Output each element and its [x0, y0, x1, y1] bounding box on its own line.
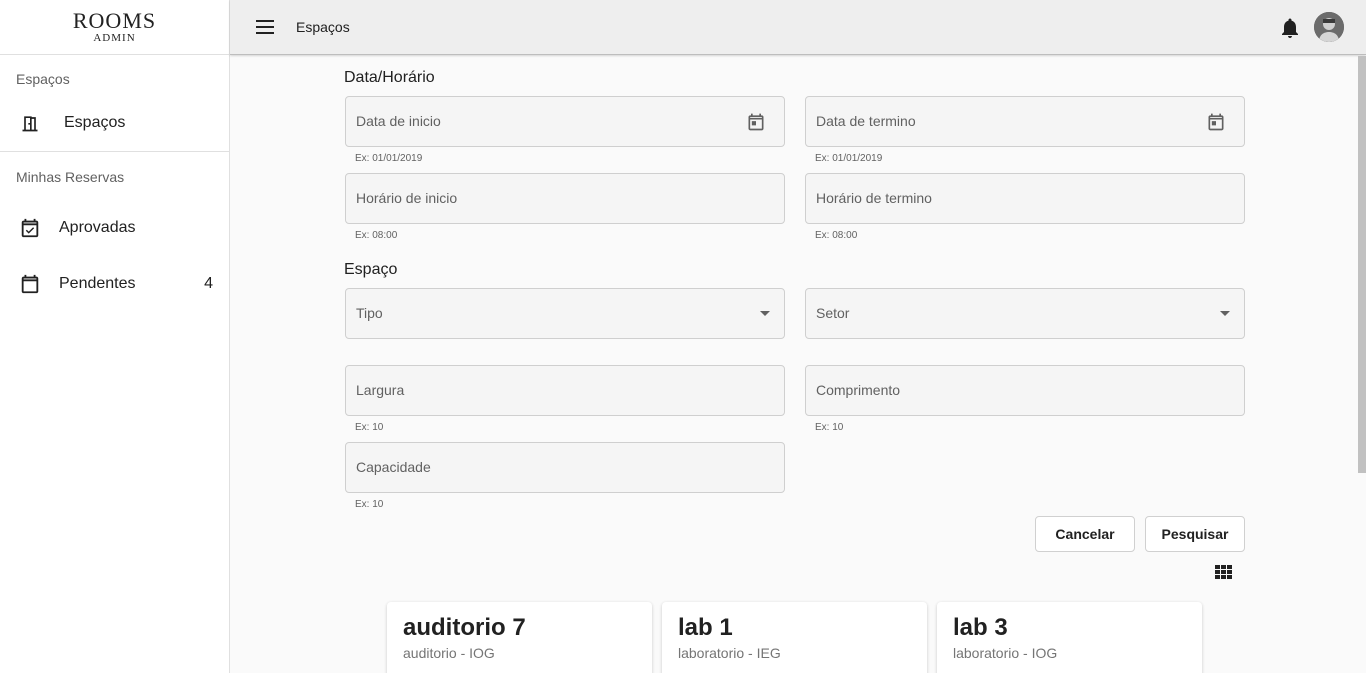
app-bar: Espaços [230, 0, 1366, 55]
sidebar-item-label: Pendentes [59, 275, 136, 292]
bell-icon [1282, 18, 1298, 38]
menu-icon [256, 20, 274, 34]
menu-button[interactable] [242, 3, 290, 51]
page-title: Espaços [296, 19, 350, 35]
grid-view-icon[interactable] [1215, 565, 1235, 581]
sector-select[interactable]: Setor [805, 288, 1245, 339]
chevron-down-icon [1220, 311, 1230, 316]
space-card-subtitle: laboratorio - IEG [678, 645, 781, 661]
length-field[interactable]: Comprimento [805, 365, 1245, 416]
logo-title: ROOMS [72, 8, 157, 33]
length-hint: Ex: 10 [815, 422, 844, 433]
sidebar-item-label: Aprovadas [59, 219, 136, 236]
space-card-subtitle: laboratorio - IOG [953, 645, 1058, 661]
end-time-field[interactable]: Horário de termino [805, 173, 1245, 224]
length-label: Comprimento [816, 382, 901, 398]
space-section-title: Espaço [344, 261, 398, 278]
calendar-icon[interactable] [746, 112, 766, 132]
sidebar: ROOMS ADMIN Espaços Espaços Minhas Reser… [0, 0, 230, 673]
calendar-icon [18, 272, 42, 296]
chevron-down-icon [760, 311, 770, 316]
type-label: Tipo [356, 305, 383, 321]
end-time-label: Horário de termino [816, 190, 932, 206]
start-date-label: Data de inicio [356, 113, 441, 129]
sidebar-item-aprovadas[interactable]: Aprovadas [0, 200, 229, 256]
space-card[interactable]: lab 1 laboratorio - IEG [662, 602, 927, 673]
start-time-hint: Ex: 08:00 [355, 230, 398, 241]
width-hint: Ex: 10 [355, 422, 384, 433]
pending-count-badge: 4 [204, 275, 213, 292]
door-icon [18, 111, 42, 135]
capacity-field[interactable]: Capacidade [345, 442, 785, 493]
notifications-button[interactable] [1278, 16, 1302, 40]
sidebar-section-label: Minhas Reservas [16, 169, 125, 185]
avatar[interactable] [1314, 12, 1344, 42]
sidebar-item-label: Espaços [64, 114, 126, 131]
event-available-icon [18, 216, 42, 240]
logo[interactable]: ROOMS ADMIN [0, 0, 229, 55]
space-card[interactable]: auditorio 7 auditorio - IOG [387, 602, 652, 673]
type-select[interactable]: Tipo [345, 288, 785, 339]
datetime-section-title: Data/Horário [344, 69, 435, 86]
start-date-field[interactable]: Data de inicio [345, 96, 785, 147]
space-card[interactable]: lab 3 laboratorio - IOG [937, 602, 1202, 673]
start-time-label: Horário de inicio [356, 190, 458, 206]
end-date-hint: Ex: 01/01/2019 [815, 153, 883, 164]
logo-subtitle: ADMIN [93, 32, 136, 44]
search-button[interactable]: Pesquisar [1145, 516, 1245, 552]
end-date-label: Data de termino [816, 113, 916, 129]
sidebar-section-label: Espaços [16, 71, 70, 87]
end-time-hint: Ex: 08:00 [815, 230, 858, 241]
cancel-button[interactable]: Cancelar [1035, 516, 1135, 552]
capacity-hint: Ex: 10 [355, 499, 384, 510]
start-date-hint: Ex: 01/01/2019 [355, 153, 423, 164]
space-card-title: lab 1 [678, 614, 733, 641]
sector-label: Setor [816, 305, 850, 321]
sidebar-item-espacos[interactable]: Espaços [0, 95, 229, 151]
calendar-icon[interactable] [1206, 112, 1226, 132]
space-card-subtitle: auditorio - IOG [403, 645, 495, 661]
space-card-title: auditorio 7 [403, 614, 526, 641]
end-date-field[interactable]: Data de termino [805, 96, 1245, 147]
scrollbar[interactable] [1358, 56, 1366, 473]
width-field[interactable]: Largura [345, 365, 785, 416]
sidebar-item-pendentes[interactable]: Pendentes 4 [0, 256, 229, 312]
start-time-field[interactable]: Horário de inicio [345, 173, 785, 224]
space-card-title: lab 3 [953, 614, 1008, 641]
user-avatar-icon [1314, 12, 1344, 42]
width-label: Largura [356, 382, 405, 398]
capacity-label: Capacidade [356, 459, 431, 475]
